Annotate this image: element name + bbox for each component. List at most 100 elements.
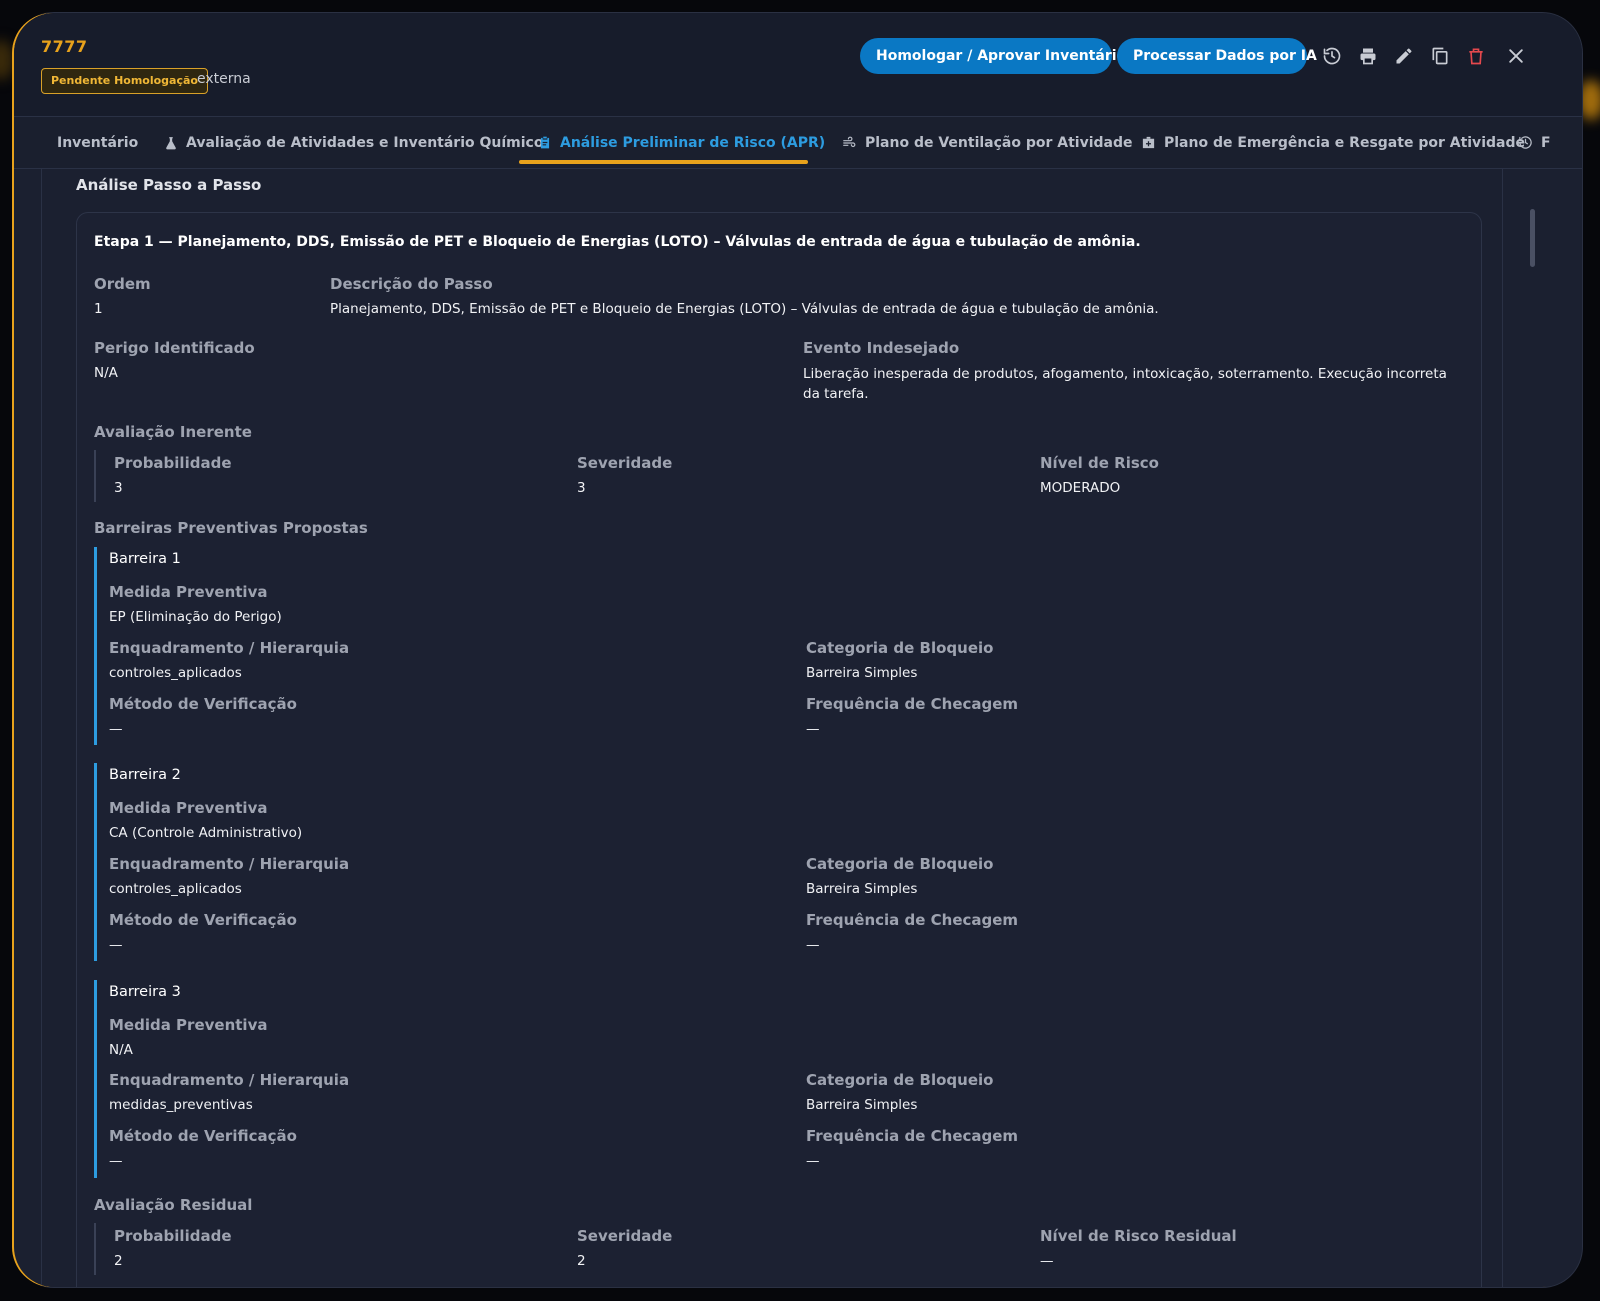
duplicate-button[interactable] xyxy=(1428,44,1452,68)
measure-label: Medida Preventiva xyxy=(109,799,268,817)
tab-label: Avaliação de Atividades e Inventário Quí… xyxy=(186,134,544,151)
inherent-severity-value: 3 xyxy=(577,480,586,496)
inherent-risk-value: MODERADO xyxy=(1040,480,1121,496)
framework-value: medidas_preventivas xyxy=(109,1097,253,1113)
history-icon xyxy=(1323,47,1341,65)
method-value: — xyxy=(109,1153,123,1169)
frequency-label: Frequência de Checagem xyxy=(806,1127,1019,1145)
close-icon xyxy=(1509,49,1523,63)
frequency-label: Frequência de Checagem xyxy=(806,695,1019,713)
tab-plano-emergencia[interactable]: Plano de Emergência e Resgate por Ativid… xyxy=(1141,117,1525,168)
barrier-title: Barreira 3 xyxy=(109,984,181,1000)
wind-icon xyxy=(843,136,856,147)
residual-severity-label: Severidade xyxy=(577,1227,673,1245)
measure-value: CA (Controle Administrativo) xyxy=(109,825,303,841)
tab-avaliacao-atividades[interactable]: Avaliação de Atividades e Inventário Quí… xyxy=(164,117,543,168)
origin-label: externa xyxy=(197,71,251,87)
inherent-probability-label: Probabilidade xyxy=(114,454,232,472)
frequency-value: — xyxy=(806,721,820,737)
tab-label: Plano de Ventilação por Atividade xyxy=(865,134,1133,151)
category-label: Categoria de Bloqueio xyxy=(806,639,994,657)
medkit-icon xyxy=(1142,136,1155,149)
frequency-label: Frequência de Checagem xyxy=(806,911,1019,929)
measure-label: Medida Preventiva xyxy=(109,583,268,601)
method-label: Método de Verificação xyxy=(109,1127,297,1145)
inherent-severity-label: Severidade xyxy=(577,454,673,472)
residual-risk-value: — xyxy=(1040,1253,1054,1269)
approve-inventory-button[interactable]: Homologar / Aprovar Inventário xyxy=(860,38,1126,74)
print-button[interactable] xyxy=(1356,44,1380,68)
residual-risk-label: Nível de Risco Residual xyxy=(1040,1227,1237,1245)
inherent-probability-value: 3 xyxy=(114,480,123,496)
history-icon xyxy=(1519,136,1532,149)
barrier-divider xyxy=(94,547,97,745)
hazard-value: N/A xyxy=(94,365,118,381)
trash-icon xyxy=(1469,48,1483,65)
barrier-divider xyxy=(94,763,97,961)
copy-icon xyxy=(1432,47,1448,65)
history-button[interactable] xyxy=(1320,44,1344,68)
section-title: Análise Passo a Passo xyxy=(76,176,262,194)
category-value: Barreira Simples xyxy=(806,881,918,897)
tab-label: F xyxy=(1541,134,1551,151)
step-title: Etapa 1 — Planejamento, DDS, Emissão de … xyxy=(94,234,1141,250)
method-value: — xyxy=(109,721,123,737)
pencil-icon xyxy=(1396,48,1412,64)
tab-plano-ventilacao[interactable]: Plano de Ventilação por Atividade xyxy=(841,117,1133,168)
barrier-divider xyxy=(94,980,97,1178)
tab-label: Análise Preliminar de Risco (APR) xyxy=(560,134,826,151)
tab-label: Plano de Emergência e Resgate por Ativid… xyxy=(1164,134,1525,151)
edit-button[interactable] xyxy=(1392,44,1416,68)
printer-icon xyxy=(1360,48,1376,65)
flask-icon xyxy=(166,136,176,149)
measure-value: EP (Eliminação do Perigo) xyxy=(109,609,282,625)
order-label: Ordem xyxy=(94,275,151,293)
inherent-divider xyxy=(94,450,96,502)
frequency-value: — xyxy=(806,937,820,953)
measure-value: N/A xyxy=(109,1042,133,1058)
inherent-risk-label: Nível de Risco xyxy=(1040,454,1159,472)
event-label: Evento Indesejado xyxy=(803,339,960,357)
tab-inventario[interactable]: Inventário xyxy=(57,117,138,168)
framework-value: controles_aplicados xyxy=(109,881,242,897)
residual-probability-value: 2 xyxy=(114,1253,123,1269)
process-ai-button[interactable]: Processar Dados por IA xyxy=(1117,38,1317,74)
step-card: Etapa 1 — Planejamento, DDS, Emissão de … xyxy=(76,212,1482,1287)
order-value: 1 xyxy=(94,301,103,317)
tab-label: Inventário xyxy=(57,134,139,151)
modal-header: 7777 Pendente Homologação externa Homolo… xyxy=(14,13,1582,117)
residual-title: Avaliação Residual xyxy=(94,1196,253,1214)
measure-label: Medida Preventiva xyxy=(109,1016,268,1034)
barrier-title: Barreira 2 xyxy=(109,767,181,783)
category-value: Barreira Simples xyxy=(806,665,918,681)
tab-partial[interactable]: F xyxy=(1518,117,1551,168)
scrollbar-thumb[interactable] xyxy=(1530,209,1535,267)
frequency-value: — xyxy=(806,1153,820,1169)
background-glow xyxy=(0,40,14,80)
hazard-label: Perigo Identificado xyxy=(94,339,255,357)
close-button[interactable] xyxy=(1504,44,1528,68)
residual-probability-label: Probabilidade xyxy=(114,1227,232,1245)
category-value: Barreira Simples xyxy=(806,1097,918,1113)
description-label: Descrição do Passo xyxy=(330,275,493,293)
method-label: Método de Verificação xyxy=(109,911,297,929)
method-value: — xyxy=(109,937,123,953)
barrier-title: Barreira 1 xyxy=(109,551,181,567)
inventory-modal: 7777 Pendente Homologação externa Homolo… xyxy=(14,13,1582,1287)
clipboard-icon xyxy=(540,136,550,149)
inventory-code: 7777 xyxy=(41,37,88,56)
category-label: Categoria de Bloqueio xyxy=(806,855,994,873)
framework-label: Enquadramento / Hierarquia xyxy=(109,639,350,657)
delete-button[interactable] xyxy=(1464,44,1488,68)
description-value: Planejamento, DDS, Emissão de PET e Bloq… xyxy=(330,301,1159,317)
method-label: Método de Verificação xyxy=(109,695,297,713)
event-value: Liberação inesperada de produtos, afogam… xyxy=(803,366,1447,402)
active-tab-indicator xyxy=(519,160,808,164)
residual-divider xyxy=(94,1223,96,1275)
barriers-title: Barreiras Preventivas Propostas xyxy=(94,519,368,537)
status-badge: Pendente Homologação xyxy=(41,68,208,94)
framework-label: Enquadramento / Hierarquia xyxy=(109,855,350,873)
scrollbar[interactable] xyxy=(1528,169,1538,1269)
inherent-title: Avaliação Inerente xyxy=(94,423,252,441)
category-label: Categoria de Bloqueio xyxy=(806,1071,994,1089)
